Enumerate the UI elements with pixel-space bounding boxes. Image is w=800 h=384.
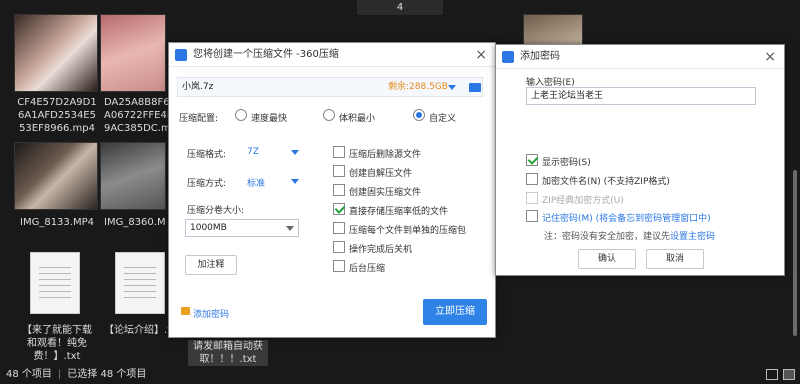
large-icons-view-icon[interactable] [783,369,795,380]
split-size-label: 压缩分卷大小: [187,206,245,216]
dialog-title: 添加密码 [520,51,560,62]
video-thumbnail[interactable] [100,14,166,92]
archive-filename: 小岚.7z [182,82,214,92]
video-thumbnail[interactable] [100,142,166,210]
config-label: 压缩配置: [179,114,219,124]
selected-count: 已选择 48 个项目 [67,369,147,380]
option-label[interactable]: 创建固实压缩文件 [349,185,421,198]
config-smallest-radio[interactable] [323,109,335,121]
file-name[interactable]: 请发邮箱自动获 取！！！.txt [188,340,268,366]
text-file-icon[interactable] [115,252,165,314]
option-label[interactable]: 直接存储压缩率低的文件 [349,204,448,217]
split-size-value: 1000MB [190,223,227,233]
chevron-down-icon[interactable] [291,150,299,155]
dialog-titlebar: 添加密码 × [496,45,784,69]
option-label[interactable]: 后台压缩 [349,261,385,274]
folder-icon[interactable] [469,83,481,92]
config-custom-radio[interactable] [413,109,425,121]
option-checkbox[interactable] [333,203,345,215]
details-view-icon[interactable] [766,369,778,380]
file-name[interactable]: DA25A8B8F6 A06722FFE4F 9AC385DC.m [100,96,173,135]
add-password-link[interactable]: 添加密码 [193,307,229,320]
chevron-down-icon[interactable] [286,226,294,231]
encrypt-filenames-checkbox[interactable] [526,173,538,185]
encrypt-filenames-label[interactable]: 加密文件名(N) (不支持ZIP格式) [542,174,670,187]
file-name[interactable]: IMG_8133.MP4 [12,216,102,229]
security-note: 注：密码没有安全加密，建议先 [544,232,671,242]
format-select[interactable]: 7Z [247,147,259,157]
free-space: 剩余:288.5GB [388,82,448,92]
video-thumbnail[interactable] [14,142,98,210]
format-label: 压缩格式: [187,150,227,160]
compress-dialog: 您将创建一个压缩文件 -360压缩 × 小岚.7z 剩余:288.5GB 压缩配… [168,42,496,338]
method-label: 压缩方式: [187,179,227,189]
add-password-dialog: 添加密码 × 输入密码(E) 上老王论坛当老王 显示密码(S) 加密文件名(N)… [495,44,785,276]
option-checkbox[interactable] [333,146,345,158]
dialog-title: 您将创建一个压缩文件 -360压缩 [193,49,339,60]
chevron-down-icon[interactable] [291,179,299,184]
option-checkbox[interactable] [333,184,345,196]
config-fastest-radio[interactable] [235,109,247,121]
zip-classic-label[interactable]: ZIP经典加密方式(U) [542,193,624,206]
option-label[interactable]: 压缩每个文件到单独的压缩包 [349,223,466,236]
scrollbar[interactable] [793,170,797,336]
file-name[interactable]: CF4E57D2A9D1 6A1AFD2534E5 53EF8966.mp4 [12,96,102,135]
option-label[interactable]: 压缩后删除源文件 [349,147,421,160]
status-bar: 48 个项目 | 已选择 48 个项目 [0,366,800,384]
method-select[interactable]: 标准 [247,176,265,189]
remember-password-label[interactable]: 记住密码(M) (将会备忘到密码管理窗口中) [542,211,711,224]
video-thumbnail[interactable] [523,14,583,48]
option-checkbox[interactable] [333,222,345,234]
page-number: 4 [357,0,443,15]
item-count: 48 个项目 [6,369,52,380]
lock-icon[interactable] [181,307,190,315]
compress-now-button[interactable]: 立即压缩 [423,299,487,325]
option-checkbox[interactable] [333,165,345,177]
zip-classic-checkbox[interactable] [526,192,538,204]
video-thumbnail[interactable] [14,14,98,92]
dialog-titlebar: 您将创建一个压缩文件 -360压缩 × [169,43,495,67]
split-size-select[interactable]: 1000MB [185,219,299,237]
option-checkbox[interactable] [333,260,345,272]
config-custom-label[interactable]: 自定义 [429,111,456,124]
cancel-button[interactable]: 取消 [646,249,704,269]
show-password-label[interactable]: 显示密码(S) [542,155,591,168]
add-comment-button[interactable]: 加注释 [185,255,237,275]
close-button[interactable]: × [475,47,487,63]
config-fastest-label[interactable]: 速度最快 [251,111,287,124]
option-label[interactable]: 操作完成后关机 [349,242,412,255]
config-smallest-label[interactable]: 体积最小 [339,111,375,124]
ok-button[interactable]: 确认 [578,249,636,269]
option-checkbox[interactable] [333,241,345,253]
file-name[interactable]: IMG_8360.M [100,216,170,229]
file-name[interactable]: 【来了就能下载 和观看！纯免 费！】.txt [12,324,102,363]
set-master-password-link[interactable]: 设置主密码 [670,229,715,242]
option-label[interactable]: 创建自解压文件 [349,166,412,179]
close-button[interactable]: × [764,49,776,65]
archive-path-field[interactable]: 小岚.7z 剩余:288.5GB [177,77,483,97]
password-value: 上老王论坛当老王 [531,91,604,101]
360zip-app-icon [502,51,514,63]
show-password-checkbox[interactable] [526,154,538,166]
text-file-icon[interactable] [30,252,80,314]
chevron-down-icon[interactable] [448,85,456,90]
password-input[interactable]: 上老王论坛当老王 [526,87,756,105]
file-name[interactable]: 【论坛介绍】.t [104,324,174,337]
remember-password-checkbox[interactable] [526,210,538,222]
360zip-app-icon [175,49,187,61]
